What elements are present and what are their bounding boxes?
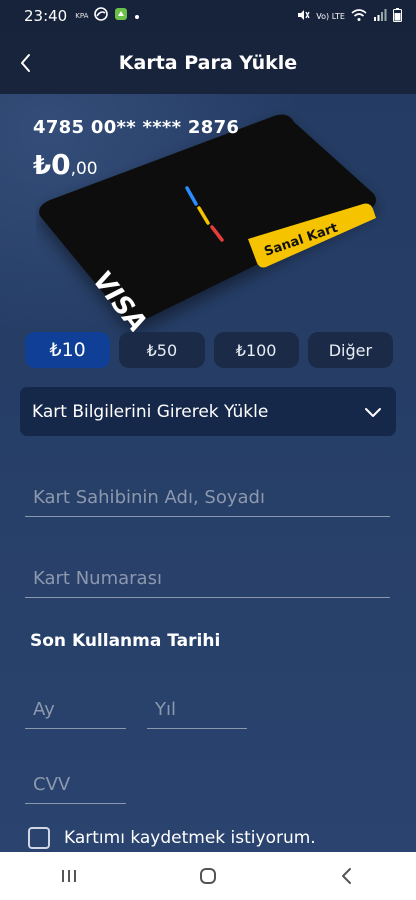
carrier-logo-icon: [94, 7, 109, 25]
amount-button-other[interactable]: Diğer: [307, 332, 393, 368]
home-icon: [199, 868, 216, 884]
expiry-year-field[interactable]: Yıl: [147, 688, 247, 729]
header: Karta Para Yükle: [0, 32, 416, 94]
screen: 23:40 KPA Vo) LTE Karta Para Yükle Sanal…: [0, 0, 416, 900]
status-bar: 23:40 KPA Vo) LTE: [0, 0, 416, 32]
save-card-checkbox[interactable]: [28, 827, 50, 849]
system-back-icon: [341, 868, 351, 884]
cardholder-name-placeholder: Kart Sahibinin Adı, Soyadı: [33, 487, 265, 508]
virtual-card: Sanal Kart VISA: [36, 108, 386, 338]
amount-button-10[interactable]: ₺10: [25, 332, 111, 368]
card-number-placeholder: Kart Numarası: [33, 568, 162, 589]
amount-button-50[interactable]: ₺50: [119, 332, 205, 368]
mute-icon: [296, 8, 310, 24]
home-button[interactable]: [188, 856, 228, 896]
load-method-dropdown[interactable]: Kart Bilgilerini Girerek Yükle: [20, 387, 396, 436]
notification-dot-icon: [134, 8, 140, 24]
amount-options: ₺10 ₺50 ₺100 Diğer: [25, 332, 393, 370]
wifi-icon: [351, 8, 367, 24]
card-number-field[interactable]: Kart Numarası: [25, 557, 390, 598]
system-back-button[interactable]: [327, 856, 367, 896]
balance-decimal: ,00: [70, 159, 98, 179]
chevron-down-icon: [365, 407, 381, 417]
balance-integer: 0: [51, 148, 71, 181]
chevron-left-icon: [21, 54, 30, 72]
status-right-group: Vo) LTE: [296, 8, 402, 24]
back-button[interactable]: [14, 50, 40, 76]
status-time: 23:40: [24, 7, 68, 25]
expiry-month-field[interactable]: Ay: [25, 688, 126, 729]
app-notification-icon: [114, 7, 128, 25]
page-title: Karta Para Yükle: [118, 52, 298, 74]
cvv-field[interactable]: CVV: [25, 763, 126, 804]
expiry-section-title: Son Kullanma Tarihi: [30, 631, 221, 651]
signal-icon: [373, 9, 387, 23]
expiry-month-placeholder: Ay: [33, 699, 55, 720]
amount-button-100[interactable]: ₺100: [213, 332, 299, 368]
save-card-label: Kartımı kaydetmek istiyorum.: [64, 828, 316, 848]
network-type-label: Vo) LTE: [316, 11, 345, 21]
card-number: 4785 00** **** 2876: [33, 117, 240, 138]
recent-apps-icon: [62, 870, 77, 882]
expiry-year-placeholder: Yıl: [155, 699, 176, 720]
load-method-label: Kart Bilgilerini Girerek Yükle: [32, 401, 269, 422]
battery-icon: [393, 8, 402, 24]
cardholder-name-field[interactable]: Kart Sahibinin Adı, Soyadı: [25, 476, 390, 517]
balance-currency: ₺: [33, 151, 52, 181]
save-card-row: Kartımı kaydetmek istiyorum.: [28, 827, 316, 849]
status-carrier: KPA: [75, 12, 89, 20]
system-navigation-bar: [0, 852, 416, 900]
card-balance: ₺0,00: [33, 148, 98, 181]
recent-apps-button[interactable]: [49, 856, 89, 896]
cvv-placeholder: CVV: [33, 774, 71, 795]
